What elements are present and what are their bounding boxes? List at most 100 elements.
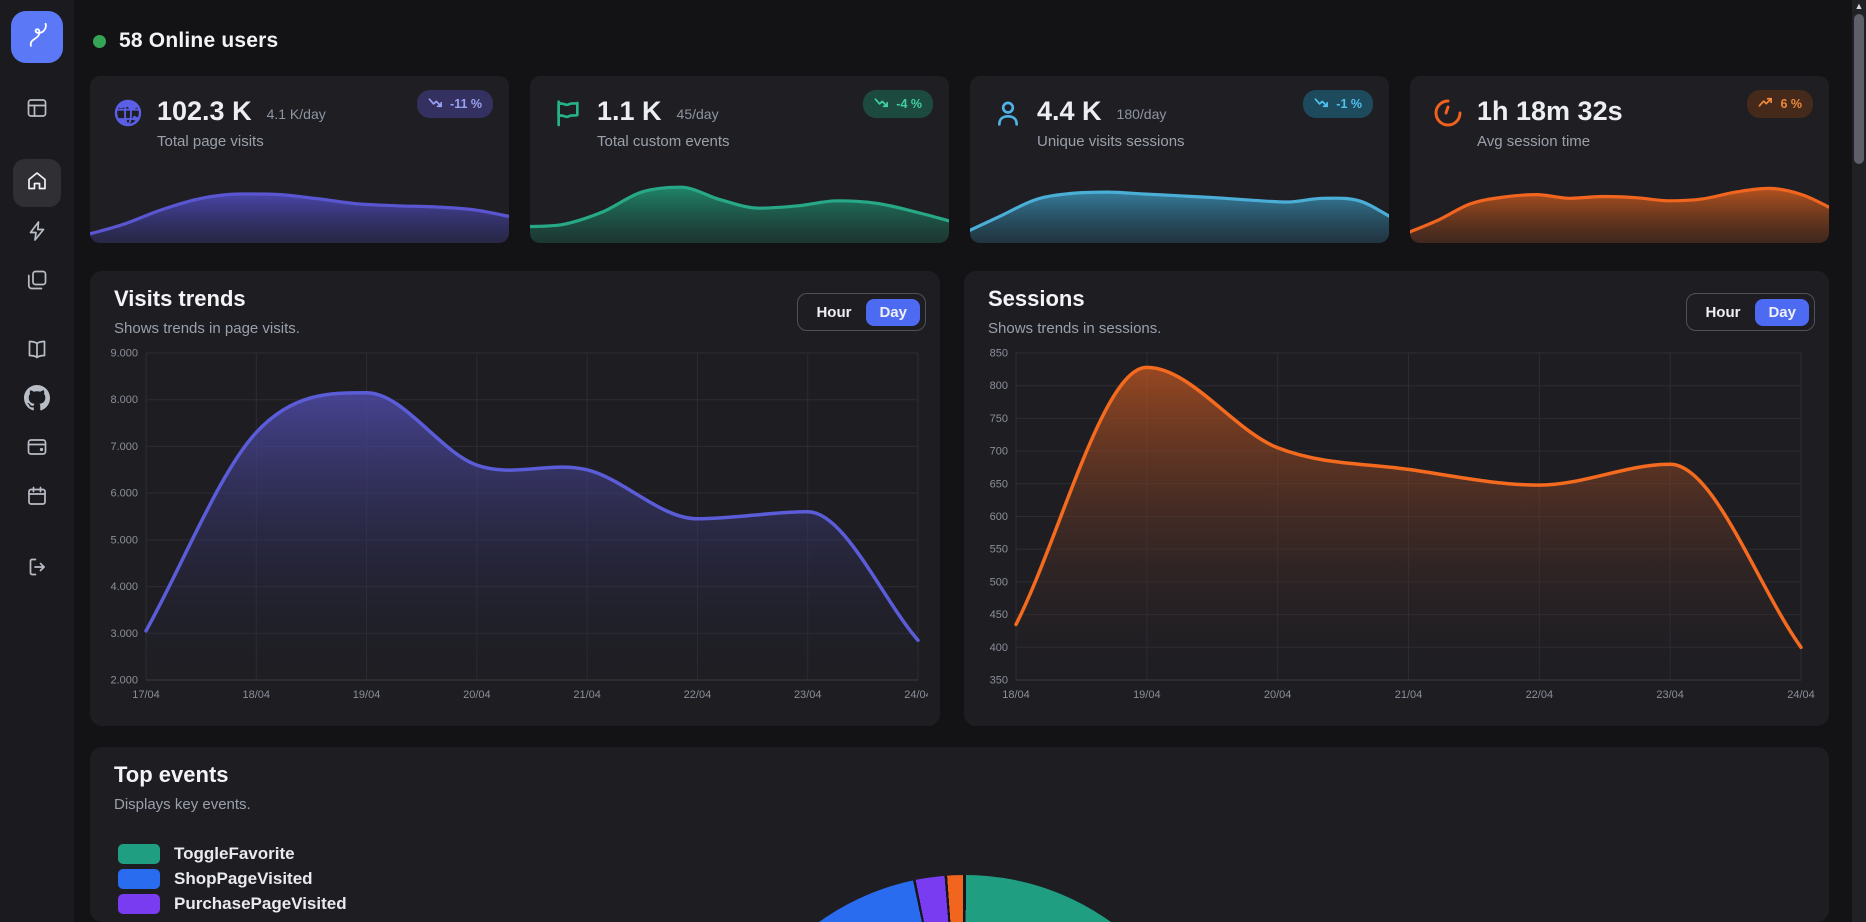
legend-item[interactable]: ShopPageVisited [118, 869, 347, 889]
pages-icon [25, 268, 49, 297]
svg-text:850: 850 [990, 348, 1008, 360]
sessions-chart: 85080075070065060055050045040035018/0419… [976, 347, 1817, 707]
sidebar-item-github[interactable] [13, 376, 61, 424]
svg-text:21/04: 21/04 [1395, 689, 1423, 701]
svg-text:19/04: 19/04 [353, 689, 381, 701]
trend-down-icon [1314, 95, 1329, 113]
sidebar-item-wallet[interactable] [13, 425, 61, 473]
svg-text:20/04: 20/04 [463, 689, 491, 701]
legend-label: ShopPageVisited [174, 869, 313, 889]
svg-text:600: 600 [990, 511, 1008, 523]
legend-label: ToggleFavorite [174, 844, 295, 864]
spline-logo-icon [22, 20, 52, 55]
sparkline-custom-events [530, 169, 949, 243]
stat-card-unique-sessions: 4.4 K 180/day Unique visits sessions -1 … [970, 76, 1389, 243]
svg-text:550: 550 [990, 544, 1008, 556]
svg-text:19/04: 19/04 [1133, 689, 1161, 701]
online-dot-icon [93, 35, 106, 48]
panel-subtitle: Displays key events. [114, 796, 251, 813]
svg-text:17/04: 17/04 [132, 689, 160, 701]
scrollbar-thumb[interactable] [1854, 14, 1864, 164]
svg-text:20/04: 20/04 [1264, 689, 1292, 701]
sidebar-item-pages[interactable] [13, 258, 61, 306]
trend-badge: -1 % [1303, 90, 1373, 118]
trend-up-icon [1758, 95, 1773, 113]
panel-subtitle: Shows trends in sessions. [988, 320, 1161, 337]
app-logo[interactable] [11, 11, 63, 63]
panel-title: Top events [114, 762, 229, 788]
online-users-text: 58 Online users [119, 29, 278, 53]
sidebar-item-calendar[interactable] [13, 474, 61, 522]
legend-item[interactable]: ToggleFavorite [118, 844, 347, 864]
sidebar-item-home[interactable] [13, 159, 61, 207]
panel-title: Visits trends [114, 286, 246, 312]
toggle-hour-button[interactable]: Hour [803, 299, 864, 326]
globe-icon [112, 97, 144, 129]
trend-badge: -11 % [417, 90, 493, 118]
flag-icon [552, 97, 584, 129]
home-icon [25, 169, 49, 198]
top-events-pie-chart [715, 875, 1215, 922]
scrollbar-up-arrow-icon[interactable]: ▲ [1854, 0, 1864, 12]
legend-swatch [118, 869, 160, 889]
sparkline-session-time [1410, 169, 1829, 243]
panel-title: Sessions [988, 286, 1085, 312]
svg-text:500: 500 [990, 576, 1008, 588]
trend-badge: -4 % [863, 90, 933, 118]
svg-text:5.000: 5.000 [110, 534, 138, 546]
stat-card-session-time: 1h 18m 32s Avg session time 6 % [1410, 76, 1829, 243]
toggle-hour-button[interactable]: Hour [1692, 299, 1753, 326]
logout-icon [25, 555, 49, 584]
book-icon [25, 337, 49, 366]
sidebar-item-logout[interactable] [13, 545, 61, 593]
trend-badge: 6 % [1747, 90, 1813, 118]
panel-subtitle: Shows trends in page visits. [114, 320, 300, 337]
svg-text:9.000: 9.000 [110, 348, 138, 360]
legend-swatch [118, 844, 160, 864]
legend-item[interactable]: PurchasePageVisited [118, 894, 347, 914]
sidebar-item-layout[interactable] [13, 86, 61, 134]
svg-text:23/04: 23/04 [1656, 689, 1684, 701]
sidebar-item-lightning[interactable] [13, 209, 61, 257]
page-scrollbar[interactable]: ▲ [1852, 0, 1866, 922]
toggle-day-button[interactable]: Day [866, 299, 920, 326]
stat-card-custom-events: 1.1 K 45/day Total custom events -4 % [530, 76, 949, 243]
stat-rate: 45/day [677, 106, 719, 122]
lightning-icon [25, 219, 49, 248]
svg-text:350: 350 [990, 675, 1008, 687]
svg-text:450: 450 [990, 609, 1008, 621]
stat-card-page-visits: 102.3 K 4.1 K/day Total page visits -11 … [90, 76, 509, 243]
stat-value: 1h 18m 32s [1477, 95, 1623, 127]
svg-text:800: 800 [990, 380, 1008, 392]
svg-text:650: 650 [990, 478, 1008, 490]
clock-icon [1432, 97, 1464, 129]
layout-icon [25, 96, 49, 125]
user-icon [992, 97, 1024, 129]
sparkline-page-visits [90, 169, 509, 243]
wallet-icon [25, 435, 49, 464]
stat-label: Unique visits sessions [1037, 133, 1185, 150]
svg-text:2.000: 2.000 [110, 675, 138, 687]
svg-text:7.000: 7.000 [110, 441, 138, 453]
sessions-panel: Sessions Shows trends in sessions. Hour … [964, 271, 1829, 726]
svg-text:3.000: 3.000 [110, 628, 138, 640]
toggle-day-button[interactable]: Day [1755, 299, 1809, 326]
visits-interval-toggle: Hour Day [797, 293, 926, 331]
stat-rate: 4.1 K/day [267, 106, 326, 122]
visits-trends-chart: 9.0008.0007.0006.0005.0004.0003.0002.000… [102, 347, 928, 707]
svg-text:4.000: 4.000 [110, 581, 138, 593]
stat-value: 4.4 K [1037, 95, 1102, 127]
online-users-status: 58 Online users [93, 29, 278, 53]
stat-value: 102.3 K [157, 95, 252, 127]
trend-down-icon [874, 95, 889, 113]
stat-value: 1.1 K [597, 95, 662, 127]
top-events-legend: ToggleFavorite ShopPageVisited PurchasePag… [118, 844, 347, 914]
sessions-interval-toggle: Hour Day [1686, 293, 1815, 331]
calendar-icon [25, 484, 49, 513]
svg-text:21/04: 21/04 [573, 689, 601, 701]
visits-trends-panel: Visits trends Shows trends in page visit… [90, 271, 940, 726]
svg-text:24/04: 24/04 [1787, 689, 1815, 701]
sidebar-item-book[interactable] [13, 327, 61, 375]
stat-label: Total page visits [157, 133, 264, 150]
svg-text:8.000: 8.000 [110, 394, 138, 406]
